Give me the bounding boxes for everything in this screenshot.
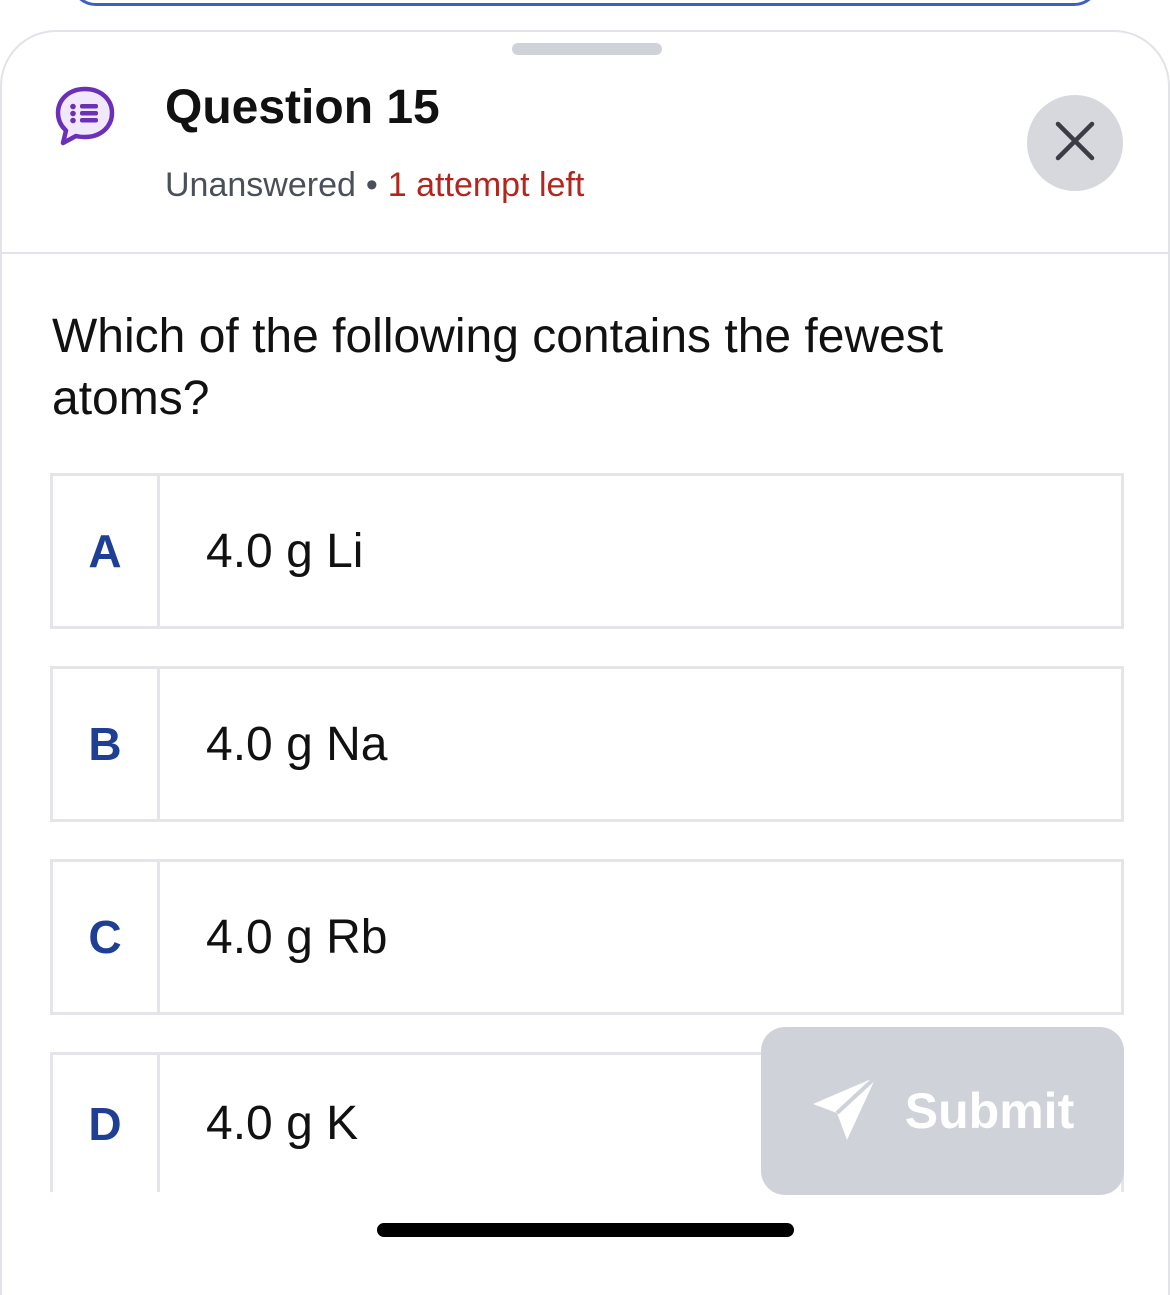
question-status: Unanswered • 1 attempt left	[165, 166, 584, 205]
answer-status: Unanswered	[165, 166, 356, 204]
option-c[interactable]: C 4.0 g Rb	[50, 859, 1124, 1015]
question-title: Question 15	[165, 81, 440, 134]
option-letter: A	[53, 476, 160, 626]
option-text: 4.0 g K	[206, 1097, 359, 1150]
option-letter: B	[53, 669, 160, 819]
option-text: 4.0 g Rb	[206, 910, 388, 964]
option-letter: D	[53, 1055, 160, 1192]
close-icon	[1053, 119, 1097, 168]
question-sheet: Question 15 Unanswered • 1 attempt left Wh…	[0, 30, 1170, 1295]
send-icon	[811, 1075, 879, 1148]
option-a[interactable]: A 4.0 g Li	[50, 473, 1124, 629]
option-b[interactable]: B 4.0 g Na	[50, 666, 1124, 822]
background-card-edge	[70, 0, 1100, 6]
close-button[interactable]	[1027, 95, 1123, 191]
status-separator: •	[365, 166, 378, 204]
attempts-left: 1 attempt left	[387, 166, 585, 204]
sheet-grabber[interactable]	[512, 43, 662, 55]
home-indicator	[377, 1223, 794, 1237]
submit-button[interactable]: Submit	[761, 1027, 1124, 1195]
question-text: Which of the following contains the fewe…	[52, 310, 944, 425]
question-list-icon	[54, 85, 116, 147]
submit-label: Submit	[904, 1083, 1075, 1139]
option-text: 4.0 g Li	[206, 524, 364, 578]
screen: Question 15 Unanswered • 1 attempt left Wh…	[0, 0, 1170, 1295]
option-letter: C	[53, 862, 160, 1012]
header-divider	[2, 252, 1168, 254]
option-text: 4.0 g Na	[206, 717, 388, 771]
